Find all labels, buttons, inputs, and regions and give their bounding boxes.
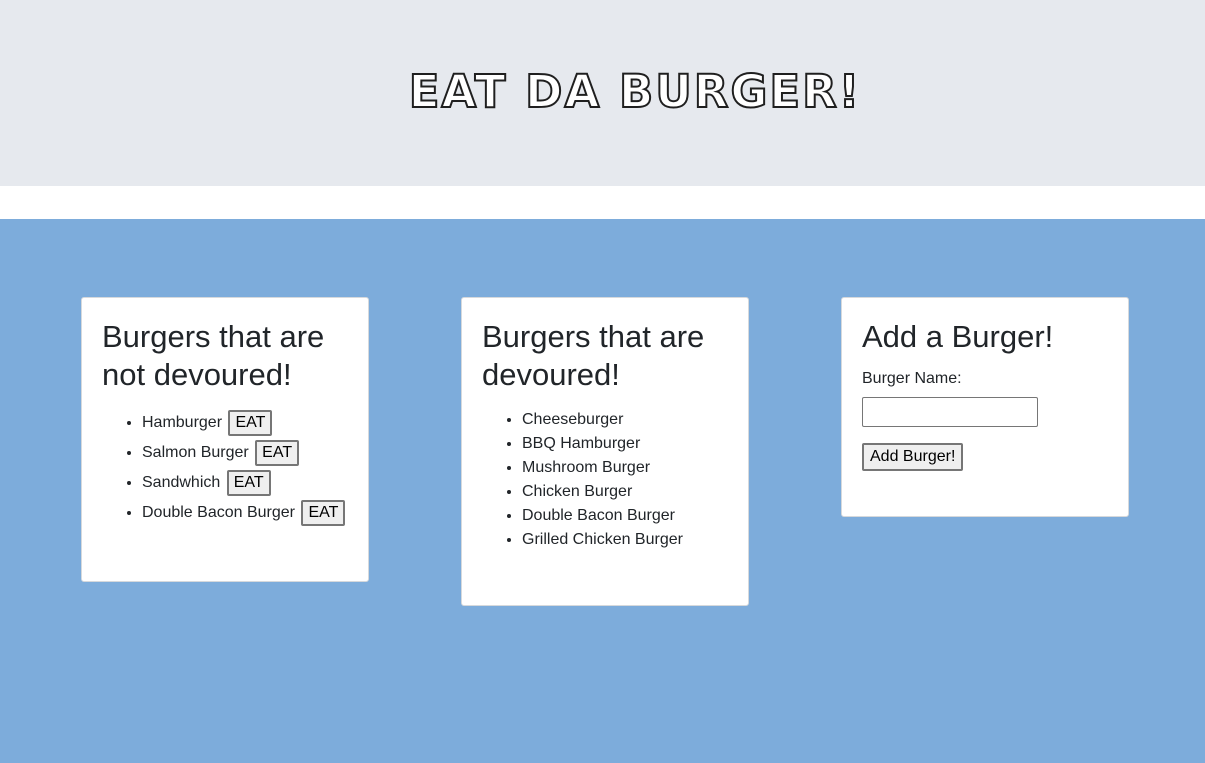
list-item: Mushroom Burger xyxy=(522,456,728,480)
devoured-burgers-card: Burgers that are devoured! Cheeseburger … xyxy=(461,297,749,606)
list-item: Chicken Burger xyxy=(522,480,728,504)
burger-name: Sandwhich xyxy=(142,474,221,491)
burger-name: Salmon Burger xyxy=(142,444,249,461)
list-item: Double Bacon Burger EAT xyxy=(142,498,348,528)
burger-name-input[interactable] xyxy=(862,397,1038,427)
list-item: Hamburger EAT xyxy=(142,408,348,438)
list-item: Sandwhich EAT xyxy=(142,468,348,498)
list-item: Salmon Burger EAT xyxy=(142,438,348,468)
main-area: Burgers that are not devoured! Hamburger… xyxy=(0,219,1205,763)
eat-button[interactable]: EAT xyxy=(228,410,273,436)
add-burger-heading: Add a Burger! xyxy=(862,319,1054,354)
eat-button[interactable]: EAT xyxy=(255,440,300,466)
uneaten-heading: Burgers that are not devoured! xyxy=(102,319,325,392)
burger-name: Double Bacon Burger xyxy=(142,504,295,521)
devoured-list: Cheeseburger BBQ Hamburger Mushroom Burg… xyxy=(482,408,728,552)
uneaten-list: Hamburger EAT Salmon Burger EAT Sandwhic… xyxy=(102,408,348,528)
burger-name-label: Burger Name: xyxy=(862,370,962,387)
uneaten-burgers-card: Burgers that are not devoured! Hamburger… xyxy=(81,297,369,582)
add-burger-button[interactable]: Add Burger! xyxy=(862,443,964,471)
list-item: Grilled Chicken Burger xyxy=(522,528,728,552)
burger-name: Hamburger xyxy=(142,414,223,431)
header-jumbotron: EAT DA BURGER! xyxy=(0,0,1205,186)
list-item: Cheeseburger xyxy=(522,408,728,432)
eat-button[interactable]: EAT xyxy=(301,500,346,526)
list-item: BBQ Hamburger xyxy=(522,432,728,456)
list-item: Double Bacon Burger xyxy=(522,504,728,528)
eat-button[interactable]: EAT xyxy=(226,470,271,496)
devoured-heading: Burgers that are devoured! xyxy=(482,319,705,392)
add-burger-card: Add a Burger! Burger Name: Add Burger! xyxy=(841,297,1129,517)
site-title: EAT DA BURGER! xyxy=(408,64,862,119)
